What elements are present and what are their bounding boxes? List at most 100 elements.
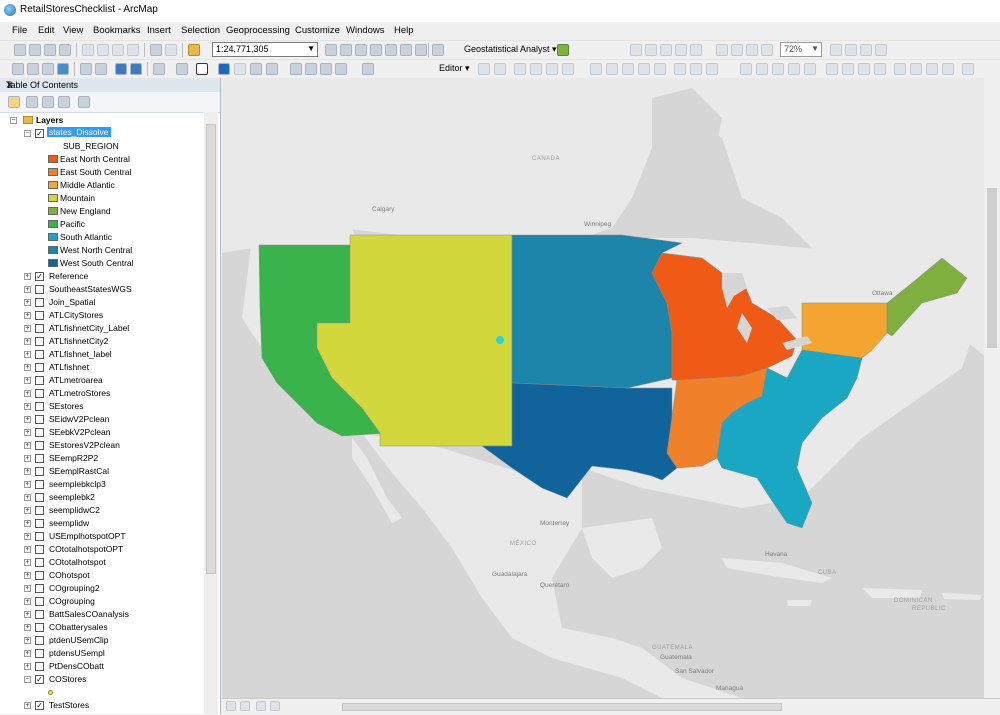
- layer-visibility-checkbox[interactable]: [35, 480, 44, 489]
- layer-name[interactable]: SEstores: [49, 401, 84, 411]
- layer-name[interactable]: ATLfishnet: [49, 362, 89, 372]
- expand-layer-icon[interactable]: +: [24, 377, 31, 384]
- measure-icon[interactable]: [266, 63, 278, 75]
- layer-name[interactable]: Reference: [49, 271, 88, 281]
- expand-layer-icon[interactable]: +: [24, 273, 31, 280]
- sketch-properties-icon[interactable]: [690, 63, 702, 75]
- layer-visibility-checkbox[interactable]: [35, 636, 44, 645]
- reshape-icon[interactable]: [606, 63, 618, 75]
- model-builder-icon[interactable]: [415, 44, 427, 56]
- layout-fixed-zoom-out-icon[interactable]: [716, 44, 728, 56]
- menu-help[interactable]: Help: [394, 25, 414, 36]
- map-horizontal-scroll-thumb[interactable]: [342, 703, 782, 711]
- topology-icon-7[interactable]: [926, 63, 938, 75]
- zoom-in-icon[interactable]: [12, 63, 24, 75]
- layout-zoom-in-icon[interactable]: [630, 44, 642, 56]
- layout-fixed-zoom-in-icon[interactable]: [690, 44, 702, 56]
- topology-icon-5[interactable]: [894, 63, 906, 75]
- refresh-icon[interactable]: [256, 701, 266, 711]
- fixed-zoom-in-icon[interactable]: [80, 63, 92, 75]
- list-by-source-icon[interactable]: [26, 96, 38, 108]
- layer-name[interactable]: COhotspot: [49, 570, 90, 580]
- straight-segment-icon[interactable]: [514, 63, 526, 75]
- toc-scroll-thumb[interactable]: [206, 124, 216, 574]
- layer-visibility-checkbox[interactable]: [35, 376, 44, 385]
- layer-name[interactable]: SEempR2P2: [49, 453, 98, 463]
- layer-visibility-checkbox[interactable]: ✓: [35, 675, 44, 684]
- layer-name[interactable]: ATLCityStores: [49, 310, 103, 320]
- layer-name[interactable]: SEidwV2Pclean: [49, 414, 109, 424]
- toc-options-icon[interactable]: [78, 96, 90, 108]
- layer-name[interactable]: seemplebk2: [49, 492, 95, 502]
- menu-insert[interactable]: Insert: [147, 25, 171, 36]
- geostatistical-analyst-menu[interactable]: Geostatistical Analyst ▾: [464, 44, 557, 55]
- layer-name[interactable]: SEebkV2Pclean: [49, 427, 110, 437]
- toc-selected-layer[interactable]: states_Dissolve: [47, 127, 111, 137]
- layer-visibility-checkbox[interactable]: [35, 311, 44, 320]
- layer-name[interactable]: seemplidw: [49, 518, 89, 528]
- select-features-icon[interactable]: [153, 63, 165, 75]
- layout-forward-icon[interactable]: [746, 44, 758, 56]
- layer-name[interactable]: COgrouping: [49, 596, 95, 606]
- layer-name[interactable]: COtotalhotspot: [49, 557, 106, 567]
- layer-visibility-checkbox[interactable]: [35, 545, 44, 554]
- topology-icon-6[interactable]: [910, 63, 922, 75]
- fixed-zoom-out-icon[interactable]: [95, 63, 107, 75]
- go-forward-icon[interactable]: [130, 63, 142, 75]
- delete-icon[interactable]: [127, 44, 139, 56]
- layer-name[interactable]: TestStores: [49, 700, 89, 710]
- expand-layer-icon[interactable]: +: [24, 637, 31, 644]
- redo-icon[interactable]: [165, 44, 177, 56]
- pan-icon[interactable]: [42, 63, 54, 75]
- print-icon[interactable]: [59, 44, 71, 56]
- paste-icon[interactable]: [112, 44, 124, 56]
- layer-visibility-checkbox[interactable]: [35, 389, 44, 398]
- menu-file[interactable]: File: [12, 25, 27, 36]
- georef-icon-1[interactable]: [740, 63, 752, 75]
- geostat-wizard-icon[interactable]: [557, 44, 569, 56]
- layer-visibility-checkbox[interactable]: [35, 506, 44, 515]
- expand-layer-icon[interactable]: +: [24, 429, 31, 436]
- menu-edit[interactable]: Edit: [38, 25, 54, 36]
- layer-name[interactable]: ATLmetroarea: [49, 375, 103, 385]
- layer-visibility-checkbox[interactable]: [35, 623, 44, 632]
- arctoolbox-icon[interactable]: [385, 44, 397, 56]
- point-icon[interactable]: [562, 63, 574, 75]
- graph-tool-icon[interactable]: [432, 44, 444, 56]
- find-icon[interactable]: [290, 63, 302, 75]
- expand-layer-icon[interactable]: +: [24, 286, 31, 293]
- expand-layer-icon[interactable]: +: [24, 572, 31, 579]
- layer-visibility-checkbox[interactable]: ✓: [35, 129, 44, 138]
- expand-layer-icon[interactable]: +: [24, 598, 31, 605]
- expand-layer-icon[interactable]: +: [24, 507, 31, 514]
- list-by-drawing-order-icon[interactable]: [8, 96, 20, 108]
- menu-customize[interactable]: Customize: [295, 25, 340, 36]
- expand-layer-icon[interactable]: +: [24, 559, 31, 566]
- layer-visibility-checkbox[interactable]: ✓: [35, 701, 44, 710]
- data-view-icon[interactable]: [226, 701, 236, 711]
- expand-layer-icon[interactable]: +: [24, 481, 31, 488]
- layout-zoom-out-icon[interactable]: [645, 44, 657, 56]
- expand-layer-icon[interactable]: +: [24, 546, 31, 553]
- layer-name[interactable]: PtDensCObatt: [49, 661, 104, 671]
- expand-layer-icon[interactable]: +: [24, 455, 31, 462]
- layer-name[interactable]: COgrouping2: [49, 583, 100, 593]
- layer-visibility-checkbox[interactable]: [35, 350, 44, 359]
- layer-visibility-checkbox[interactable]: [35, 467, 44, 476]
- map-view[interactable]: CANADA Calgary Winnipeg Ottawa MÉXICO Mo…: [222, 78, 1000, 698]
- collapse-layer-icon[interactable]: −: [24, 130, 31, 137]
- edit-tool-icon[interactable]: [478, 63, 490, 75]
- editor-toolbar-icon[interactable]: [325, 44, 337, 56]
- select-elements-icon[interactable]: [196, 63, 208, 75]
- topology-icon-1[interactable]: [826, 63, 838, 75]
- layer-name[interactable]: seemplebkclp3: [49, 479, 106, 489]
- layout-view-icon[interactable]: [240, 701, 250, 711]
- layer-visibility-checkbox[interactable]: [35, 532, 44, 541]
- expand-layer-icon[interactable]: +: [24, 650, 31, 657]
- cut-polygons-icon[interactable]: [622, 63, 634, 75]
- layer-visibility-checkbox[interactable]: [35, 584, 44, 593]
- search-window-icon[interactable]: [370, 44, 382, 56]
- expand-layer-icon[interactable]: +: [24, 338, 31, 345]
- menu-bookmarks[interactable]: Bookmarks: [93, 25, 141, 36]
- python-window-icon[interactable]: [400, 44, 412, 56]
